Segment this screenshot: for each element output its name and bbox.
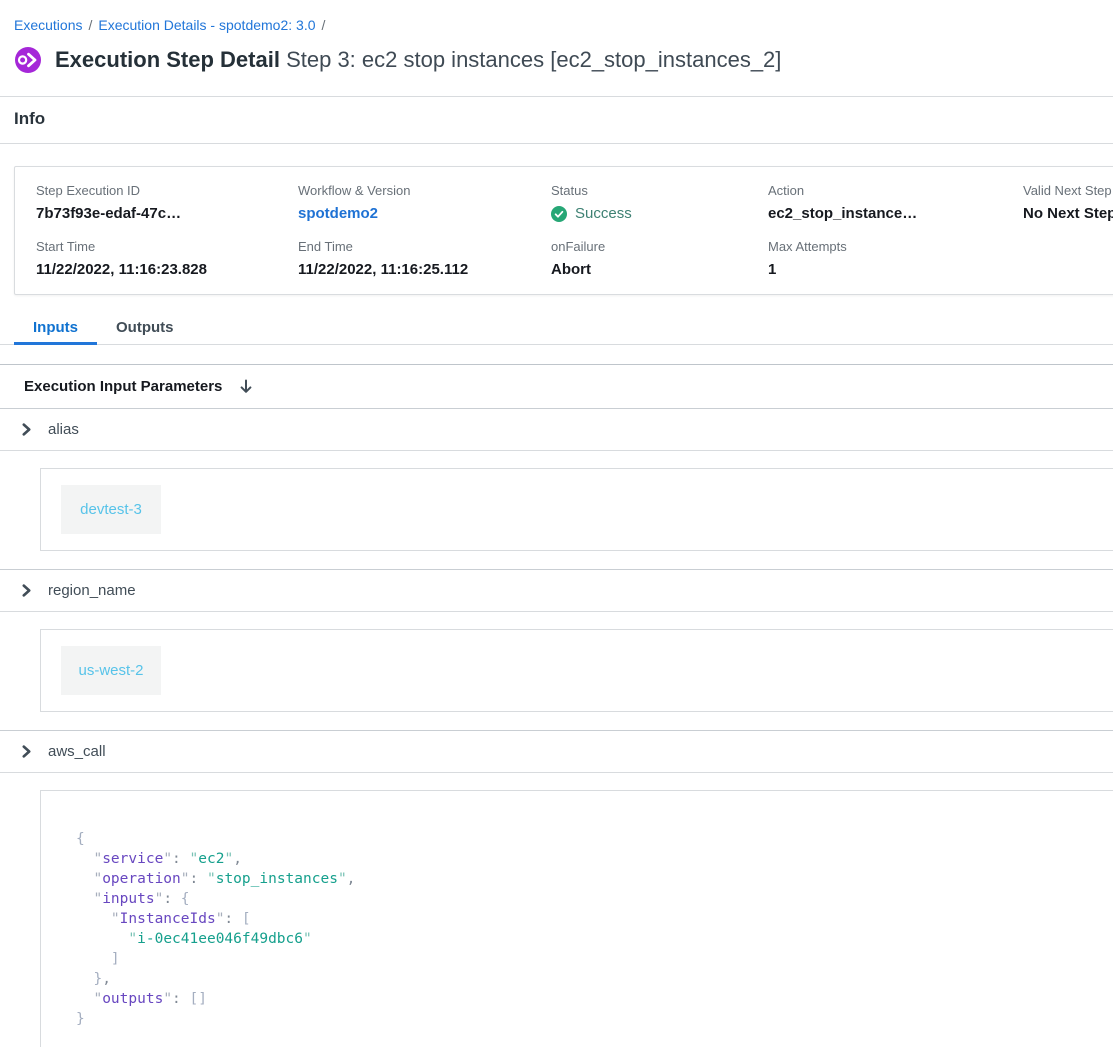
success-check-icon	[551, 206, 567, 222]
info-field-action: Action ec2_stop_instance…	[768, 183, 1023, 222]
workflow-link[interactable]: spotdemo2	[298, 205, 378, 222]
breadcrumb-separator: /	[88, 17, 92, 33]
page-title: Execution Step Detail Step 3: ec2 stop i…	[55, 47, 781, 73]
breadcrumb-separator: /	[322, 17, 326, 33]
field-label: Status	[551, 183, 768, 198]
parameter-sections: alias devtest-3 region_name us-west-2 aws_ca…	[0, 408, 1113, 1047]
info-field-valid-next-step: Valid Next Step No Next Step	[1023, 183, 1113, 222]
param-content-alias: devtest-3	[0, 451, 1113, 569]
info-field-step-execution-id: Step Execution ID 7b73f93e-edaf-47c…	[36, 183, 298, 222]
parameters-header-label: Execution Input Parameters	[24, 378, 222, 395]
info-field-workflow-version: Workflow & Version spotdemo2	[298, 183, 551, 222]
breadcrumb: Executions / Execution Details - spotdemo2…	[0, 0, 1113, 35]
field-label: Action	[768, 183, 1023, 198]
field-label: End Time	[298, 239, 551, 254]
param-section-header-alias[interactable]: alias	[0, 408, 1113, 451]
field-value: 7b73f93e-edaf-47c…	[36, 205, 298, 222]
info-card-grid: Step Execution ID 7b73f93e-edaf-47c…Workf…	[36, 183, 1113, 278]
code-line: },	[76, 969, 1113, 989]
info-field-max-attempts: Max Attempts 1	[768, 239, 1023, 278]
code-line: "i-0ec41ee046f49dbc6"	[76, 929, 1113, 949]
field-label: Valid Next Step	[1023, 183, 1113, 198]
tab-inputs[interactable]: Inputs	[14, 314, 97, 344]
tab-bar: InputsOutputs	[0, 314, 1113, 345]
status-text: Success	[575, 205, 632, 222]
param-name: region_name	[48, 582, 136, 599]
page-header: Execution Step Detail Step 3: ec2 stop i…	[14, 45, 1099, 75]
code-line: "InstanceIds": [	[76, 909, 1113, 929]
code-line: ]	[76, 949, 1113, 969]
code-line: {	[76, 829, 1113, 849]
breadcrumb-link-execution-details[interactable]: Execution Details - spotdemo2: 3.0	[98, 17, 315, 33]
code-line: "inputs": {	[76, 889, 1113, 909]
param-value-box: devtest-3	[40, 468, 1113, 551]
info-card: Step Execution ID 7b73f93e-edaf-47c…Workf…	[14, 166, 1113, 295]
field-value: 11/22/2022, 11:16:23.828	[36, 261, 298, 278]
divider	[0, 143, 1113, 144]
param-section-alias: alias devtest-3	[0, 408, 1113, 569]
info-field-onfailure: onFailure Abort	[551, 239, 768, 278]
page-subtitle: Step 3: ec2 stop instances [ec2_stop_ins…	[286, 47, 781, 72]
param-value-badge: us-west-2	[61, 646, 161, 695]
download-icon[interactable]	[237, 378, 255, 396]
tab-outputs[interactable]: Outputs	[97, 314, 193, 344]
code-line: "outputs": []	[76, 989, 1113, 1009]
param-value-badge: devtest-3	[61, 485, 161, 534]
param-name: aws_call	[48, 743, 106, 760]
breadcrumb-link-executions[interactable]: Executions	[14, 17, 82, 33]
chevron-right-icon	[20, 584, 33, 597]
field-value: 11/22/2022, 11:16:25.112	[298, 261, 551, 278]
divider	[0, 96, 1113, 97]
field-value: No Next Step	[1023, 205, 1113, 222]
info-field-end-time: End Time 11/22/2022, 11:16:25.112	[298, 239, 551, 278]
code-line: }	[76, 1009, 1113, 1029]
param-content-aws_call: { "service": "ec2", "operation": "stop_i…	[0, 773, 1113, 1047]
field-label: Max Attempts	[768, 239, 1023, 254]
field-label: onFailure	[551, 239, 768, 254]
workflow-brand-icon	[14, 46, 42, 74]
param-content-region_name: us-west-2	[0, 612, 1113, 730]
param-section-region_name: region_name us-west-2	[0, 569, 1113, 730]
code-line: "operation": "stop_instances",	[76, 869, 1113, 889]
field-value: spotdemo2	[298, 205, 551, 222]
info-field-start-time: Start Time 11/22/2022, 11:16:23.828	[36, 239, 298, 278]
param-section-aws_call: aws_call { "service": "ec2", "operation":…	[0, 730, 1113, 1047]
chevron-right-icon	[20, 745, 33, 758]
param-value-box: us-west-2	[40, 629, 1113, 712]
field-value: ec2_stop_instance…	[768, 205, 1023, 222]
chevron-right-icon	[20, 423, 33, 436]
status-badge: Success	[551, 205, 768, 222]
field-value: Abort	[551, 261, 768, 278]
field-value: 1	[768, 261, 1023, 278]
json-code: { "service": "ec2", "operation": "stop_i…	[76, 829, 1113, 1029]
field-label: Step Execution ID	[36, 183, 298, 198]
code-line: "service": "ec2",	[76, 849, 1113, 869]
param-section-header-region_name[interactable]: region_name	[0, 569, 1113, 612]
parameters-header: Execution Input Parameters	[0, 365, 1113, 408]
field-label: Workflow & Version	[298, 183, 551, 198]
param-section-header-aws_call[interactable]: aws_call	[0, 730, 1113, 773]
json-code-box: { "service": "ec2", "operation": "stop_i…	[40, 790, 1113, 1047]
field-label: Start Time	[36, 239, 298, 254]
parameters-panel: Execution Input Parameters alias devtest-…	[0, 364, 1113, 1047]
param-name: alias	[48, 421, 79, 438]
info-section-heading: Info	[14, 109, 1099, 129]
info-field-status: Status Success	[551, 183, 768, 222]
